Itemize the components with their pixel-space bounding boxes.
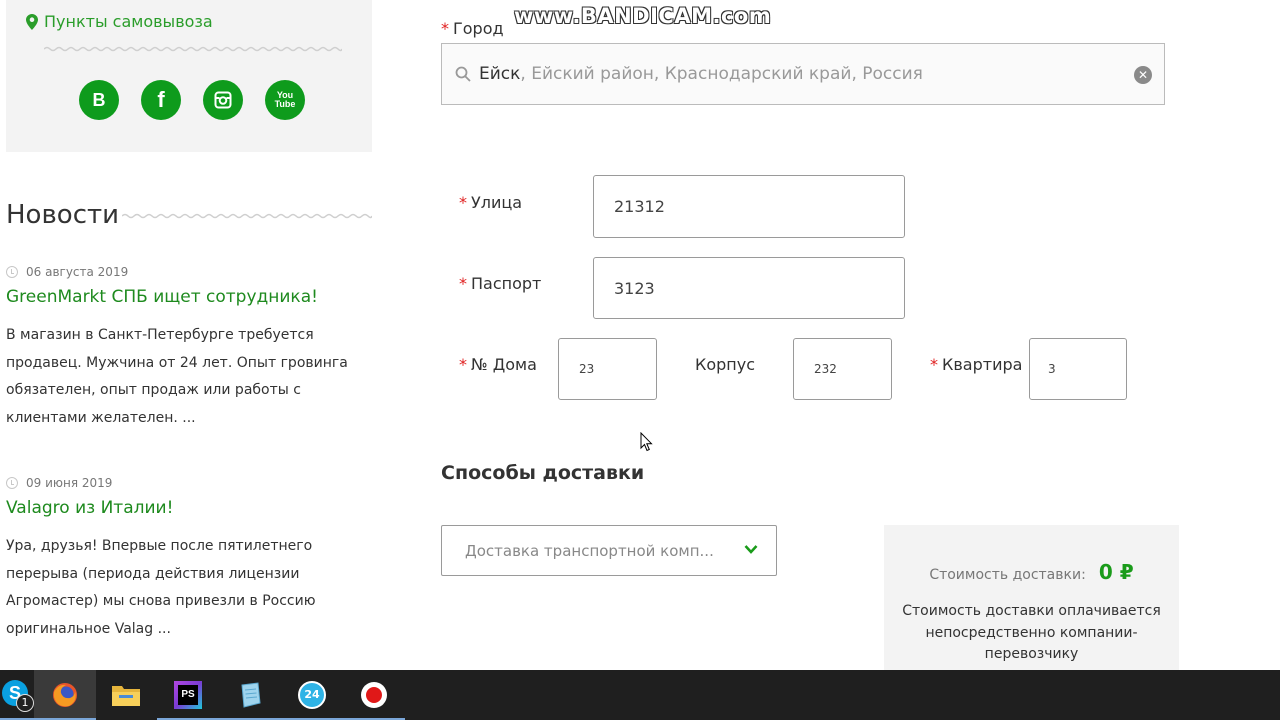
clock-icon [6, 266, 18, 278]
delivery-method-select[interactable]: Доставка транспортной комп... [441, 525, 777, 576]
facebook-icon[interactable]: f [141, 80, 181, 120]
apartment-value: 3 [1048, 362, 1056, 376]
delivery-method-value: Доставка транспортной комп... [465, 541, 714, 560]
city-label: * Город [441, 19, 504, 38]
search-icon [455, 66, 471, 82]
news-title-link[interactable]: GreenMarkt СПБ ищет сотрудника! [6, 287, 318, 307]
news-excerpt: В магазин в Санкт-Петербурге требуется п… [6, 327, 348, 426]
folder-icon [112, 686, 140, 706]
record-icon [361, 682, 387, 708]
street-value: 21312 [614, 197, 665, 216]
taskbar-skype[interactable]: S 1 [0, 670, 34, 720]
news-date-text: 06 августа 2019 [26, 265, 129, 279]
street-input[interactable]: 21312 [593, 175, 905, 238]
phpstorm-icon: PS [174, 681, 202, 709]
instagram-icon[interactable] [203, 80, 243, 120]
skype-badge: 1 [16, 694, 34, 712]
youtube-icon[interactable]: You Tube [265, 80, 305, 120]
chevron-down-icon [744, 545, 758, 554]
passport-value: 3123 [614, 278, 655, 298]
taskbar: S 1 PS 24 [0, 670, 1280, 720]
mouse-cursor-icon [640, 432, 653, 452]
news-heading: Новости [6, 200, 120, 230]
required-mark: * [441, 19, 449, 38]
apartment-label: * Квартира [930, 355, 1023, 374]
street-label: * Улица [459, 193, 523, 212]
house-value: 23 [579, 362, 595, 376]
house-label: * № Дома [459, 355, 537, 374]
building-value: 232 [814, 362, 837, 376]
bandicam-watermark: www.BANDICAM.com [514, 4, 772, 28]
wavy-divider [44, 46, 342, 52]
delivery-heading: Способы доставки [441, 462, 645, 484]
building-input[interactable]: 232 [793, 338, 892, 400]
bitrix24-icon: 24 [298, 681, 326, 709]
city-label-text: Город [453, 19, 504, 38]
news-date: 06 августа 2019 [6, 265, 128, 279]
news-excerpt: Ура, друзья! Впервые после пятилетнего п… [6, 538, 316, 637]
news-date-text: 09 июня 2019 [26, 476, 113, 490]
taskbar-bandicam[interactable] [343, 670, 405, 720]
clear-icon[interactable]: ✕ [1134, 66, 1152, 84]
delivery-cost-row: Стоимость доставки: 0 ₽ [884, 560, 1179, 584]
news-wavy-divider [122, 213, 372, 219]
map-pin-icon [26, 13, 38, 30]
house-input[interactable]: 23 [558, 338, 657, 400]
building-label: Корпус [695, 355, 756, 374]
delivery-cost-panel: Стоимость доставки: 0 ₽ Стоимость достав… [884, 525, 1179, 670]
delivery-cost-value: 0 ₽ [1098, 560, 1134, 584]
taskbar-firefox[interactable] [34, 670, 96, 720]
news-date: 09 июня 2019 [6, 476, 112, 490]
instagram-glyph [214, 91, 232, 109]
taskbar-bitrix24[interactable]: 24 [281, 670, 343, 720]
taskbar-phpstorm[interactable]: PS [157, 670, 219, 720]
clock-icon [6, 477, 18, 489]
delivery-cost-label: Стоимость доставки: [929, 567, 1086, 583]
skype-icon: S 1 [0, 680, 34, 712]
passport-label: * Паспорт [459, 274, 542, 293]
news-title-link[interactable]: Valagro из Италии! [6, 498, 173, 518]
passport-input[interactable]: 3123 [593, 257, 905, 319]
city-value: Ейск, Ейский район, Краснодарский край, … [479, 64, 923, 84]
notepad-icon [241, 682, 261, 708]
pickup-points-label: Пункты самовывоза [44, 12, 213, 31]
delivery-cost-note: Стоимость доставки оплачивается непосред… [902, 603, 1161, 662]
pickup-points-link[interactable]: Пункты самовывоза [26, 12, 213, 31]
city-input[interactable]: Ейск, Ейский район, Краснодарский край, … [441, 43, 1165, 105]
taskbar-notepad[interactable] [219, 670, 281, 720]
apartment-input[interactable]: 3 [1029, 338, 1127, 400]
vk-icon[interactable]: B [79, 80, 119, 120]
firefox-icon [53, 683, 77, 707]
taskbar-explorer[interactable] [95, 670, 157, 720]
